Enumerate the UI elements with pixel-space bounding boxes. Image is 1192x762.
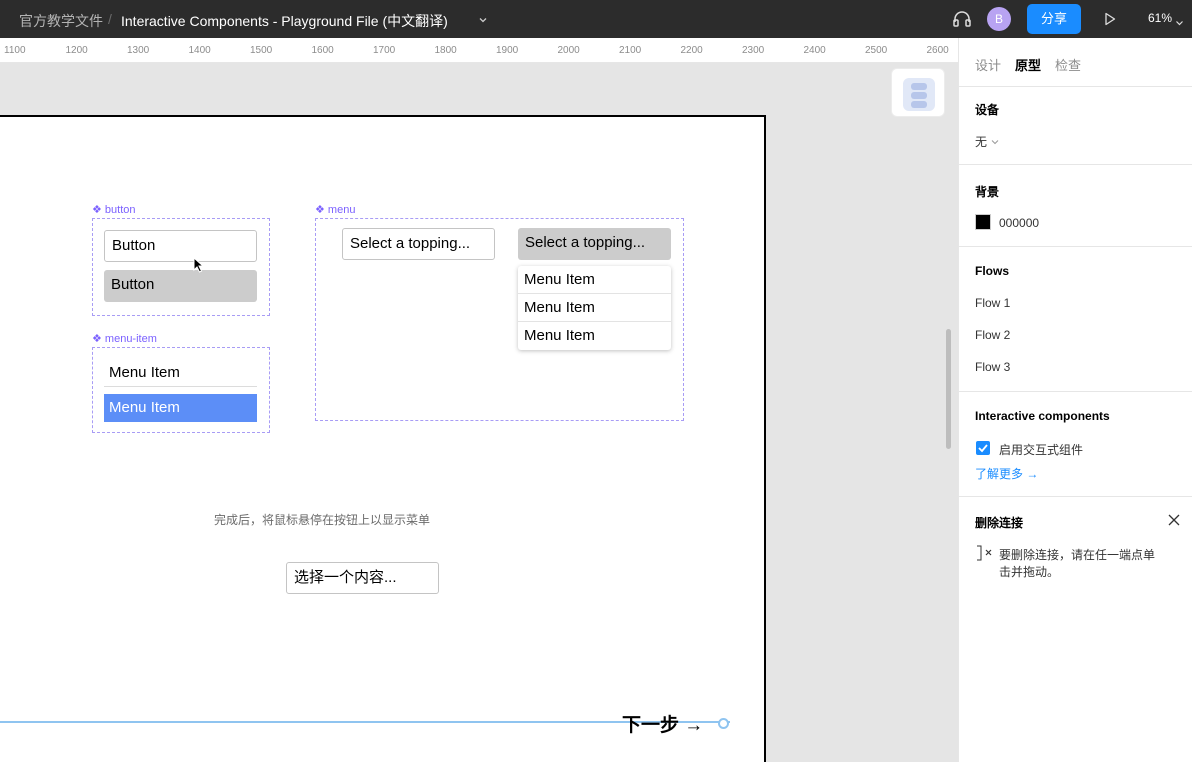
chevron-down-icon[interactable] bbox=[478, 12, 488, 28]
remove-connection-section: 删除连接 要删除连接，请在任一端点单 击并拖动。 bbox=[959, 496, 1192, 762]
mouse-cursor-icon bbox=[193, 256, 205, 278]
ruler-tick: 1600 bbox=[311, 45, 334, 56]
enable-ic-checkbox[interactable] bbox=[976, 441, 990, 455]
background-swatch[interactable] bbox=[975, 214, 991, 230]
flows-section: Flows Flow 1 Flow 2 Flow 3 bbox=[959, 246, 1192, 391]
flow-item[interactable]: Flow 1 bbox=[975, 296, 1010, 310]
close-icon[interactable] bbox=[1168, 514, 1180, 529]
tab-inspect[interactable]: 检查 bbox=[1055, 55, 1081, 74]
flow-item[interactable]: Flow 3 bbox=[975, 360, 1010, 374]
ruler-tick: 1100 bbox=[4, 45, 26, 56]
chevron-down-icon[interactable] bbox=[1175, 14, 1184, 30]
menu-item-selected[interactable]: Menu Item bbox=[104, 394, 257, 422]
component-label-menu[interactable]: ❖ menu bbox=[315, 203, 355, 216]
component-label-menu-item[interactable]: ❖ menu-item bbox=[92, 332, 157, 345]
remove-hint-line-1: 要删除连接，请在任一端点单 bbox=[999, 548, 1156, 562]
device-title: 设备 bbox=[975, 103, 1000, 117]
tab-design[interactable]: 设计 bbox=[975, 55, 1001, 74]
remove-hint-line-2: 击并拖动。 bbox=[999, 565, 1060, 579]
canvas[interactable]: ❖ button Button Button ❖ menu-item Menu … bbox=[0, 63, 958, 762]
menu-select-open[interactable]: Select a topping... bbox=[518, 228, 671, 260]
next-step-label[interactable]: 下一步 → bbox=[622, 710, 703, 737]
flows-title: Flows bbox=[975, 264, 1010, 278]
device-select[interactable]: 无 bbox=[975, 133, 987, 150]
top-bar: 官方教学文件 / Interactive Components - Playgr… bbox=[0, 0, 1192, 38]
panel-tabs: 设计 原型 检查 bbox=[959, 38, 1192, 86]
prototype-frame[interactable]: ❖ button Button Button ❖ menu-item Menu … bbox=[0, 115, 766, 762]
ruler-tick: 1700 bbox=[373, 45, 396, 56]
menu-item-default[interactable]: Menu Item bbox=[104, 361, 257, 387]
zoom-level[interactable]: 61% bbox=[1148, 11, 1172, 25]
ruler-tick: 1900 bbox=[496, 45, 519, 56]
ruler-tick: 1200 bbox=[65, 45, 88, 56]
background-title: 背景 bbox=[975, 185, 1000, 199]
button-hover[interactable]: Button bbox=[104, 270, 257, 302]
ruler-tick: 2100 bbox=[619, 45, 642, 56]
breadcrumb-separator: / bbox=[108, 11, 112, 27]
ruler-tick: 2600 bbox=[926, 45, 949, 56]
ruler-tick: 1500 bbox=[250, 45, 273, 56]
ruler-tick: 1800 bbox=[434, 45, 457, 56]
breadcrumb-project[interactable]: 官方教学文件 bbox=[19, 11, 103, 31]
flow-item[interactable]: Flow 2 bbox=[975, 328, 1010, 342]
ruler-tick: 2300 bbox=[742, 45, 765, 56]
menu-list-item[interactable]: Menu Item bbox=[518, 266, 671, 294]
menu-dropdown-list: Menu Item Menu Item Menu Item bbox=[518, 266, 671, 350]
interactive-components-title: Interactive components bbox=[975, 409, 1110, 423]
menu-list-item[interactable]: Menu Item bbox=[518, 322, 671, 350]
hint-text: 完成后，将鼠标悬停在按钮上以显示菜单 bbox=[214, 513, 431, 527]
ruler-tick: 2500 bbox=[865, 45, 888, 56]
prototype-connection-line[interactable] bbox=[0, 721, 730, 723]
ruler-tick: 2200 bbox=[680, 45, 703, 56]
plugin-widget[interactable] bbox=[891, 68, 945, 117]
select-instance[interactable]: 选择一个内容... bbox=[286, 562, 439, 594]
menu-list-item[interactable]: Menu Item bbox=[518, 294, 671, 322]
button-default[interactable]: Button bbox=[104, 230, 257, 262]
background-section: 背景 000000 bbox=[959, 164, 1192, 246]
horizontal-ruler: 1100 1200 1300 1400 1500 1600 1700 1800 1900 2000… bbox=[0, 38, 958, 63]
learn-more-link[interactable]: 了解更多 → bbox=[975, 465, 1038, 482]
enable-ic-label[interactable]: 启用交互式组件 bbox=[999, 441, 1083, 458]
chevron-down-icon[interactable] bbox=[991, 135, 999, 149]
ruler-tick: 1400 bbox=[188, 45, 211, 56]
menu-select-default[interactable]: Select a topping... bbox=[342, 228, 495, 260]
tab-prototype[interactable]: 原型 bbox=[1015, 55, 1041, 74]
avatar[interactable]: B bbox=[987, 7, 1011, 31]
connection-endpoint[interactable] bbox=[718, 718, 729, 729]
background-hex[interactable]: 000000 bbox=[999, 216, 1039, 230]
disconnect-icon bbox=[976, 545, 994, 564]
ruler-tick: 2000 bbox=[557, 45, 580, 56]
device-section: 设备 无 bbox=[959, 86, 1192, 164]
headphones-icon[interactable] bbox=[952, 10, 972, 31]
vertical-scrollbar[interactable] bbox=[946, 329, 951, 449]
remove-connection-title: 删除连接 bbox=[975, 516, 1024, 530]
interactive-components-section: Interactive components 启用交互式组件 了解更多 → bbox=[959, 391, 1192, 496]
ruler-tick: 1300 bbox=[127, 45, 150, 56]
app-root: 官方教学文件 / Interactive Components - Playgr… bbox=[0, 0, 1192, 762]
right-panel: 设计 原型 检查 设备 无 背景 000000 Flows Flow 1 Flo… bbox=[958, 38, 1192, 762]
file-title[interactable]: Interactive Components - Playground File… bbox=[121, 11, 448, 31]
ruler-tick: 2400 bbox=[803, 45, 826, 56]
component-label-button[interactable]: ❖ button bbox=[92, 203, 136, 216]
share-button[interactable]: 分享 bbox=[1027, 4, 1081, 34]
present-play-icon[interactable] bbox=[1104, 12, 1116, 29]
